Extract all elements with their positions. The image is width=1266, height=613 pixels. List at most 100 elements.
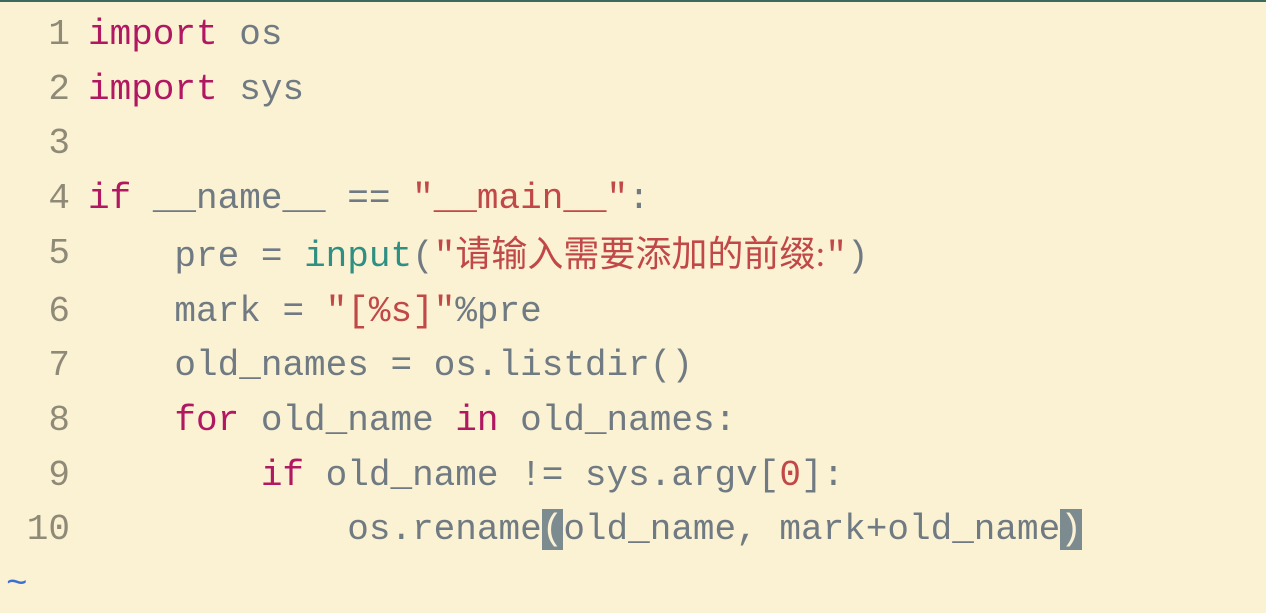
- line-number: 5: [0, 227, 88, 285]
- keyword-import: import: [88, 14, 218, 55]
- keyword-if: if: [88, 178, 131, 219]
- space: [282, 236, 304, 277]
- code-line[interactable]: 10 os.rename(old_name, mark+old_name): [0, 503, 1266, 558]
- space: [218, 14, 240, 55]
- line-number: 7: [0, 339, 88, 394]
- code-content[interactable]: for old_name in old_names:: [88, 394, 1266, 449]
- space: [239, 400, 261, 441]
- indent: [88, 345, 174, 386]
- colon: :: [628, 178, 650, 219]
- module-os: os: [347, 509, 390, 550]
- keyword-for: for: [174, 400, 239, 441]
- indent: [88, 236, 174, 277]
- rparen-match: ): [1060, 509, 1082, 550]
- string-main: __main__: [434, 178, 607, 219]
- space: [326, 178, 348, 219]
- module-sys: sys: [585, 455, 650, 496]
- operator-pct: %: [455, 291, 477, 332]
- string-close: ": [825, 236, 847, 277]
- empty-line-tilde: ~: [0, 558, 1266, 613]
- var-old-name: old_name: [887, 509, 1060, 550]
- func-rename: rename: [412, 509, 542, 550]
- line-number: 10: [0, 503, 88, 558]
- module-os: os: [239, 14, 282, 55]
- colon: :: [715, 400, 737, 441]
- var-old-names: old_names: [520, 400, 714, 441]
- space: [218, 69, 240, 110]
- code-line[interactable]: 1 import os: [0, 8, 1266, 63]
- string-close: ": [434, 291, 456, 332]
- rbracket: ]: [801, 455, 823, 496]
- code-line[interactable]: 9 if old_name != sys.argv[0]:: [0, 449, 1266, 504]
- rparen: ): [847, 236, 869, 277]
- keyword-if: if: [261, 455, 304, 496]
- dot: .: [650, 455, 672, 496]
- code-editor[interactable]: 1 import os 2 import sys 3 4 if __name__…: [0, 8, 1266, 613]
- line-number: 3: [0, 117, 88, 172]
- code-content[interactable]: os.rename(old_name, mark+old_name): [88, 503, 1266, 558]
- code-content[interactable]: import sys: [88, 63, 1266, 118]
- string-open: ": [434, 236, 456, 277]
- code-content[interactable]: pre = input("请输入需要添加的前缀:"): [88, 227, 1266, 285]
- operator-assign: =: [390, 345, 412, 386]
- dunder-name: __name__: [153, 178, 326, 219]
- keyword-in: in: [455, 400, 498, 441]
- code-line[interactable]: 7 old_names = os.listdir(): [0, 339, 1266, 394]
- lparen-match: (: [542, 509, 564, 550]
- var-pre: pre: [174, 236, 239, 277]
- number-zero: 0: [779, 455, 801, 496]
- string-fmt: [%s]: [347, 291, 433, 332]
- indent: [88, 509, 347, 550]
- colon: :: [823, 455, 845, 496]
- code-line[interactable]: 8 for old_name in old_names:: [0, 394, 1266, 449]
- module-os: os: [434, 345, 477, 386]
- lparen: (: [650, 345, 672, 386]
- operator-neq: !=: [520, 455, 563, 496]
- var-old-name: old_name: [563, 509, 736, 550]
- space: [758, 509, 780, 550]
- operator-eq: ==: [347, 178, 390, 219]
- space: [304, 455, 326, 496]
- code-line[interactable]: 5 pre = input("请输入需要添加的前缀:"): [0, 227, 1266, 285]
- code-content[interactable]: if __name__ == "__main__":: [88, 172, 1266, 227]
- indent: [88, 400, 174, 441]
- line-number: 4: [0, 172, 88, 227]
- string-prompt: 请输入需要添加的前缀:: [455, 234, 825, 274]
- space: [304, 291, 326, 332]
- lparen: (: [412, 236, 434, 277]
- var-old-names: old_names: [174, 345, 368, 386]
- rparen: ): [671, 345, 693, 386]
- code-line[interactable]: 4 if __name__ == "__main__":: [0, 172, 1266, 227]
- dot: .: [477, 345, 499, 386]
- operator-assign: =: [282, 291, 304, 332]
- code-line[interactable]: 6 mark = "[%s]"%pre: [0, 285, 1266, 340]
- indent: [88, 455, 261, 496]
- code-content[interactable]: import os: [88, 8, 1266, 63]
- code-content[interactable]: mark = "[%s]"%pre: [88, 285, 1266, 340]
- module-sys: sys: [239, 69, 304, 110]
- space: [239, 236, 261, 277]
- code-line[interactable]: 2 import sys: [0, 63, 1266, 118]
- line-number: 6: [0, 285, 88, 340]
- keyword-import: import: [88, 69, 218, 110]
- var-old-name: old_name: [261, 400, 434, 441]
- var-mark: mark: [779, 509, 865, 550]
- indent: [88, 291, 174, 332]
- code-content[interactable]: old_names = os.listdir(): [88, 339, 1266, 394]
- code-content[interactable]: if old_name != sys.argv[0]:: [88, 449, 1266, 504]
- space: [412, 345, 434, 386]
- var-old-name: old_name: [326, 455, 499, 496]
- string-open: ": [412, 178, 434, 219]
- string-close: ": [607, 178, 629, 219]
- space: [131, 178, 153, 219]
- space: [498, 455, 520, 496]
- attr-argv: argv: [671, 455, 757, 496]
- space: [499, 400, 521, 441]
- code-content[interactable]: [88, 117, 1266, 172]
- space: [434, 400, 456, 441]
- space: [369, 345, 391, 386]
- lbracket: [: [758, 455, 780, 496]
- func-listdir: listdir: [499, 345, 650, 386]
- code-line[interactable]: 3: [0, 117, 1266, 172]
- comma: ,: [736, 509, 758, 550]
